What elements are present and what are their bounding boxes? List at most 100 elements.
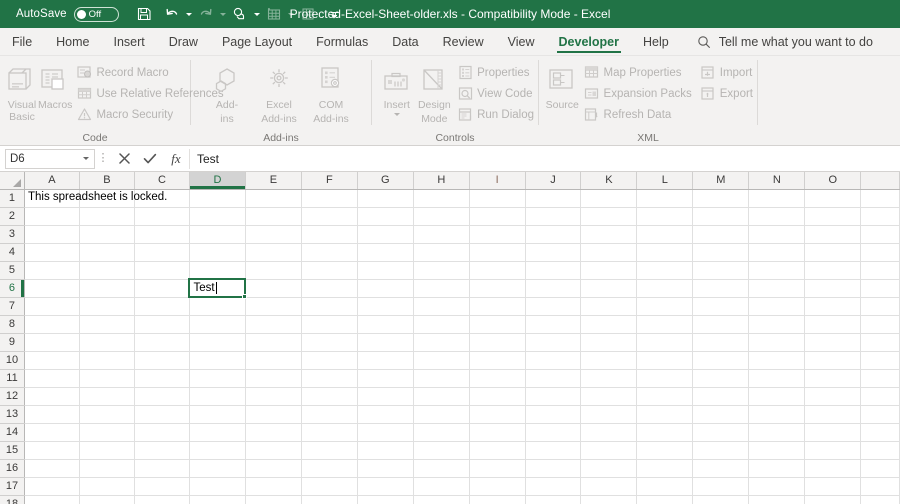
cell-L14[interactable] xyxy=(636,423,694,442)
cell-P6[interactable] xyxy=(860,279,900,298)
cell-O11[interactable] xyxy=(804,369,862,388)
cell-F15[interactable] xyxy=(301,441,358,460)
cell-P2[interactable] xyxy=(860,207,900,226)
cell-M8[interactable] xyxy=(692,315,750,334)
column-header-P-partial[interactable] xyxy=(860,172,900,190)
cell-L3[interactable] xyxy=(636,225,694,244)
tab-file[interactable]: File xyxy=(0,28,44,55)
cell-A6[interactable] xyxy=(24,279,80,298)
cell-M11[interactable] xyxy=(692,369,750,388)
cell-B16[interactable] xyxy=(79,459,135,478)
cell-L10[interactable] xyxy=(636,351,694,370)
cell-A10[interactable] xyxy=(24,351,80,370)
cell-G13[interactable] xyxy=(357,405,414,424)
row-header-6[interactable]: 6 xyxy=(0,279,25,298)
cell-K15[interactable] xyxy=(580,441,638,460)
cell-M9[interactable] xyxy=(692,333,750,352)
cell-H14[interactable] xyxy=(413,423,470,442)
cell-O10[interactable] xyxy=(804,351,862,370)
column-header-D[interactable]: D xyxy=(189,172,246,190)
redo-dropdown-icon[interactable] xyxy=(217,2,229,26)
cell-L9[interactable] xyxy=(636,333,694,352)
cell-E6[interactable] xyxy=(245,279,302,298)
cell-F3[interactable] xyxy=(301,225,358,244)
cell-B6[interactable] xyxy=(79,279,135,298)
cell-P12[interactable] xyxy=(860,387,900,406)
cell-L5[interactable] xyxy=(636,261,694,280)
cell-D14[interactable] xyxy=(189,423,246,442)
column-header-N[interactable]: N xyxy=(748,172,806,190)
cell-A3[interactable] xyxy=(24,225,80,244)
cell-H15[interactable] xyxy=(413,441,470,460)
cell-A14[interactable] xyxy=(24,423,80,442)
cell-K17[interactable] xyxy=(580,477,638,496)
cell-D12[interactable] xyxy=(189,387,246,406)
cell-M5[interactable] xyxy=(692,261,750,280)
touch-mode-dropdown-icon[interactable] xyxy=(251,2,263,26)
cell-C13[interactable] xyxy=(134,405,190,424)
cell-J8[interactable] xyxy=(525,315,582,334)
cell-C3[interactable] xyxy=(134,225,190,244)
cell-O9[interactable] xyxy=(804,333,862,352)
refresh-data-button[interactable]: Refresh Data xyxy=(580,104,696,125)
cell-A15[interactable] xyxy=(24,441,80,460)
autosave-toggle[interactable]: Off xyxy=(73,6,119,22)
cell-N5[interactable] xyxy=(748,261,806,280)
cell-G12[interactable] xyxy=(357,387,414,406)
cell-D8[interactable] xyxy=(189,315,246,334)
cell-O4[interactable] xyxy=(804,243,862,262)
cell-C14[interactable] xyxy=(134,423,190,442)
cell-N17[interactable] xyxy=(748,477,806,496)
cell-G8[interactable] xyxy=(357,315,414,334)
cell-E10[interactable] xyxy=(245,351,302,370)
com-add-ins-button[interactable]: COM Add-ins xyxy=(305,60,357,125)
name-box-dropdown-icon[interactable] xyxy=(83,157,89,160)
tab-formulas[interactable]: Formulas xyxy=(304,28,380,55)
save-icon[interactable] xyxy=(133,2,155,26)
cell-C10[interactable] xyxy=(134,351,190,370)
cell-P10[interactable] xyxy=(860,351,900,370)
cell-N2[interactable] xyxy=(748,207,806,226)
column-header-H[interactable]: H xyxy=(413,172,470,190)
map-properties-button[interactable]: Map Properties xyxy=(580,62,696,83)
cell-M18[interactable] xyxy=(692,495,750,504)
cell-N12[interactable] xyxy=(748,387,806,406)
cell-J1[interactable] xyxy=(525,189,582,208)
table-dropdown-icon[interactable] xyxy=(285,2,297,26)
cell-K7[interactable] xyxy=(580,297,638,316)
cell-E15[interactable] xyxy=(245,441,302,460)
cell-A11[interactable] xyxy=(24,369,80,388)
cell-A5[interactable] xyxy=(24,261,80,280)
cell-G15[interactable] xyxy=(357,441,414,460)
cell-D16[interactable] xyxy=(189,459,246,478)
cell-E8[interactable] xyxy=(245,315,302,334)
cell-K2[interactable] xyxy=(580,207,638,226)
cell-H1[interactable] xyxy=(413,189,470,208)
insert-control-button[interactable]: Insert xyxy=(378,60,416,116)
cell-A17[interactable] xyxy=(24,477,80,496)
cell-M2[interactable] xyxy=(692,207,750,226)
column-header-O[interactable]: O xyxy=(804,172,862,190)
cell-F8[interactable] xyxy=(301,315,358,334)
cell-L1[interactable] xyxy=(636,189,694,208)
cell-F11[interactable] xyxy=(301,369,358,388)
cell-P7[interactable] xyxy=(860,297,900,316)
cell-N14[interactable] xyxy=(748,423,806,442)
excel-add-ins-button[interactable]: Excel Add-ins xyxy=(253,60,305,125)
cell-N16[interactable] xyxy=(748,459,806,478)
cell-H17[interactable] xyxy=(413,477,470,496)
cell-I13[interactable] xyxy=(469,405,526,424)
cell-J9[interactable] xyxy=(525,333,582,352)
cell-L18[interactable] xyxy=(636,495,694,504)
cell-J7[interactable] xyxy=(525,297,582,316)
column-header-F[interactable]: F xyxy=(301,172,358,190)
tab-draw[interactable]: Draw xyxy=(157,28,210,55)
cell-H5[interactable] xyxy=(413,261,470,280)
design-mode-button[interactable]: Design Mode xyxy=(416,60,454,125)
cell-C9[interactable] xyxy=(134,333,190,352)
name-box[interactable]: D6 xyxy=(5,148,95,169)
cell-P9[interactable] xyxy=(860,333,900,352)
cell-B4[interactable] xyxy=(79,243,135,262)
table-icon[interactable] xyxy=(263,2,285,26)
cell-K10[interactable] xyxy=(580,351,638,370)
